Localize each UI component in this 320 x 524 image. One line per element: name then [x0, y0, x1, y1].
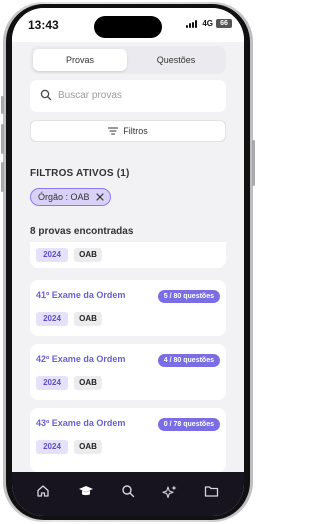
progress-badge: 0 / 78 questões: [157, 418, 220, 431]
segmented-control: Provas Questões: [30, 46, 226, 74]
exam-title: 41º Exame da Ordem: [36, 290, 126, 300]
results-count: 8 provas encontradas: [30, 226, 134, 237]
exam-card[interactable]: 41º Exame da Ordem 5 / 80 questões 2024 …: [30, 280, 226, 336]
status-indicators: 4G 66: [186, 19, 232, 28]
segment-provas[interactable]: Provas: [33, 49, 127, 71]
exam-title: 43º Exame da Ordem: [36, 418, 126, 428]
year-tag: 2024: [36, 248, 68, 262]
org-tag: OAB: [74, 376, 102, 390]
active-filters-title: FILTROS ATIVOS (1): [30, 168, 130, 179]
year-tag: 2024: [36, 376, 68, 390]
segment-questoes[interactable]: Questões: [129, 49, 223, 71]
exam-title: 42º Exame da Ordem: [36, 354, 126, 364]
tab-bar: [12, 472, 244, 516]
volume-down-button: [1, 162, 4, 192]
filters-button[interactable]: Filtros: [30, 120, 226, 142]
search-placeholder: Buscar provas: [58, 90, 122, 101]
progress-badge: 5 / 80 questões: [157, 290, 220, 303]
power-button: [252, 140, 255, 186]
signal-icon: [186, 19, 198, 28]
filters-label: Filtros: [123, 126, 148, 136]
filter-chip-label: Órgão : OAB: [38, 192, 90, 202]
volume-up-button: [1, 124, 4, 154]
org-tag: OAB: [74, 440, 102, 454]
search-input[interactable]: Buscar provas: [30, 80, 226, 112]
app-screen: 13:43 4G 66 Provas Questões Buscar prova…: [12, 8, 244, 516]
folder-icon[interactable]: [204, 484, 219, 498]
close-icon[interactable]: [95, 193, 104, 201]
exam-card[interactable]: 2024 OAB: [30, 242, 226, 268]
year-tag: 2024: [36, 440, 68, 454]
exam-card[interactable]: 42º Exame da Ordem 4 / 80 questões 2024 …: [30, 344, 226, 400]
filter-chip-orgao[interactable]: Órgão : OAB: [30, 188, 111, 206]
progress-badge: 4 / 80 questões: [157, 354, 220, 367]
status-bar: 13:43 4G 66: [12, 8, 244, 42]
dynamic-island: [94, 16, 162, 38]
status-time: 13:43: [28, 18, 59, 32]
graduation-cap-icon[interactable]: [78, 484, 94, 498]
filter-icon: [108, 127, 119, 135]
mute-switch: [1, 96, 4, 114]
battery-icon: 66: [216, 19, 232, 28]
search-icon: [40, 89, 52, 101]
search-icon[interactable]: [121, 484, 135, 498]
sparkles-icon[interactable]: [162, 484, 178, 500]
org-tag: OAB: [74, 312, 102, 326]
home-icon[interactable]: [36, 484, 50, 498]
org-tag: OAB: [74, 248, 102, 262]
year-tag: 2024: [36, 312, 68, 326]
network-type: 4G: [202, 19, 213, 28]
exam-card[interactable]: 43º Exame da Ordem 0 / 78 questões 2024 …: [30, 408, 226, 472]
